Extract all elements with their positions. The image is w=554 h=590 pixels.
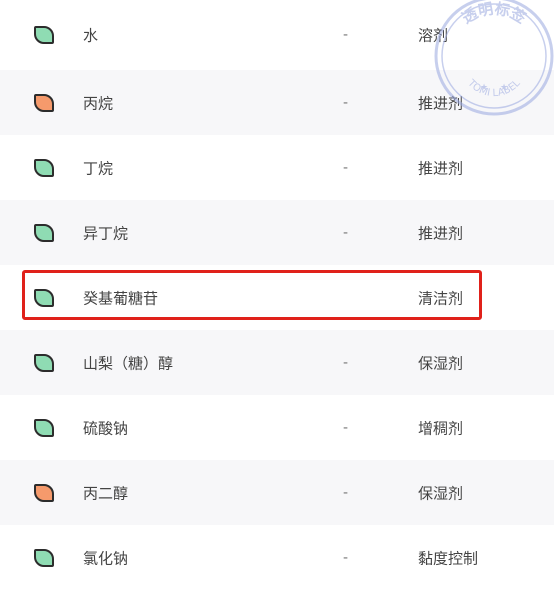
ingredient-row[interactable]: 山梨（糖）醇 - 保湿剂: [0, 330, 554, 395]
ingredient-dash: -: [343, 159, 349, 176]
ingredient-dash: -: [343, 27, 349, 43]
ingredient-row[interactable]: 癸基葡糖苷 清洁剂: [0, 265, 554, 330]
ingredient-function: 推进剂: [418, 94, 464, 112]
leaf-icon: [34, 158, 54, 177]
ingredient-dash: -: [343, 94, 349, 111]
ingredient-name: 丙二醇: [83, 484, 129, 502]
ingredient-function: 保湿剂: [418, 484, 464, 502]
ingredient-dash: -: [343, 549, 349, 566]
ingredient-row[interactable]: 丙二醇 - 保湿剂: [0, 460, 554, 525]
leaf-icon: [34, 548, 54, 567]
leaf-icon: [34, 483, 54, 502]
ingredient-row[interactable]: 异丁烷 - 推进剂: [0, 200, 554, 265]
leaf-icon: [34, 418, 54, 437]
ingredient-function: 黏度控制: [418, 549, 479, 567]
ingredient-function: 推进剂: [418, 224, 464, 242]
ingredient-dash: -: [343, 419, 349, 436]
leaf-icon: [34, 26, 54, 44]
ingredient-name: 异丁烷: [83, 224, 129, 242]
ingredient-row[interactable]: 氯化钠 - 黏度控制: [0, 525, 554, 590]
ingredient-name: 癸基葡糖苷: [83, 289, 159, 307]
ingredient-function: 溶剂: [418, 26, 449, 45]
ingredient-row[interactable]: 水 - 溶剂: [0, 0, 554, 70]
ingredient-list: 水 - 溶剂 丙烷 - 推进剂 丁烷 - 推进剂 异丁烷 - 推进剂 癸基葡糖苷…: [0, 0, 554, 590]
ingredient-function: 推进剂: [418, 159, 464, 177]
ingredient-dash: -: [343, 484, 349, 501]
leaf-icon: [34, 288, 54, 307]
ingredient-dash: -: [343, 354, 349, 371]
ingredient-function: 保湿剂: [418, 354, 464, 372]
ingredient-name: 丙烷: [83, 94, 114, 112]
ingredient-function: 清洁剂: [418, 289, 464, 307]
leaf-icon: [34, 93, 54, 112]
ingredient-name: 丁烷: [83, 159, 114, 177]
ingredient-row[interactable]: 硫酸钠 - 增稠剂: [0, 395, 554, 460]
ingredient-name: 水: [83, 26, 99, 45]
leaf-icon: [34, 223, 54, 242]
ingredient-name: 山梨（糖）醇: [83, 354, 174, 372]
ingredient-row[interactable]: 丁烷 - 推进剂: [0, 135, 554, 200]
ingredient-function: 增稠剂: [418, 419, 464, 437]
ingredient-row[interactable]: 丙烷 - 推进剂: [0, 70, 554, 135]
ingredient-name: 氯化钠: [83, 549, 129, 567]
leaf-icon: [34, 353, 54, 372]
ingredient-dash: -: [343, 224, 349, 241]
ingredient-name: 硫酸钠: [83, 419, 129, 437]
